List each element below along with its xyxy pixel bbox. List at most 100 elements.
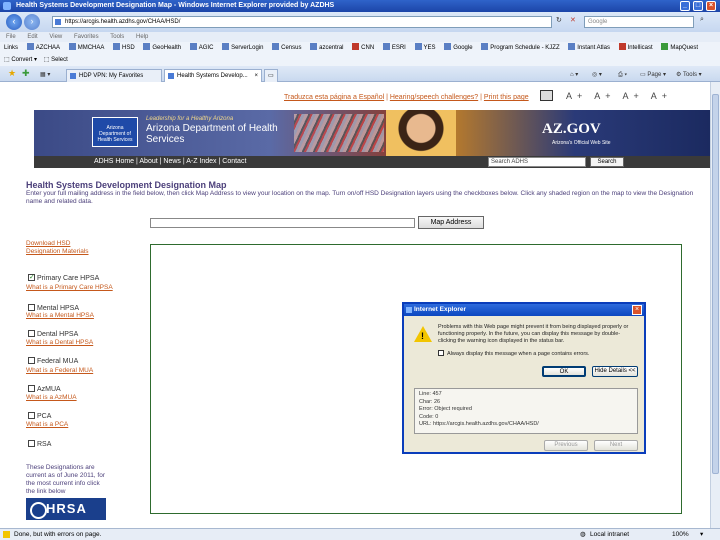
scrollbar-thumb[interactable] [712,94,719,474]
maximize-button[interactable]: □ [693,1,703,11]
menu-view[interactable]: View [49,34,62,40]
tab-health-systems[interactable]: Health Systems Develop... × [164,69,262,82]
menu-help[interactable]: Help [136,34,148,40]
search-input[interactable]: Google [584,16,694,28]
quick-tabs-icon[interactable]: ▦ ▾ [40,69,50,81]
detail-line: Line: 457 [419,391,442,397]
what-is-federal-mua-link[interactable]: What is a Federal MUA [26,367,93,375]
minimize-button[interactable]: _ [680,1,690,11]
feeds-icon[interactable]: ◎ ▾ [592,69,602,81]
refresh-icon[interactable]: ↻ [556,16,562,24]
menu-favorites[interactable]: Favorites [74,34,99,40]
mailing-address-input[interactable] [150,218,415,228]
always-display-option[interactable]: Always display this message when a page … [438,350,589,357]
hide-details-button[interactable]: Hide Details << [592,366,638,377]
layer-federal-mua[interactable]: Federal MUA [28,357,78,366]
site-search-input[interactable]: Search ADHS [488,157,586,167]
ok-button[interactable]: OK [542,366,586,377]
status-bar: Done, but with errors on page. ◍ Local i… [0,528,720,540]
federal-mua-checkbox[interactable] [28,357,35,364]
previous-button[interactable]: Previous [544,440,588,451]
back-button[interactable]: ‹ [6,14,22,30]
link-yes[interactable]: YES [414,42,436,54]
hearing-link[interactable]: Hearing/speech challenges? [390,94,478,101]
print-page-link[interactable]: Print this page [484,94,529,101]
download-materials-link[interactable]: Download HSD Designation Materials [26,240,96,256]
link-hsd[interactable]: HSD [113,42,135,54]
select-button[interactable]: ⬚ Select [44,57,68,63]
dental-hpsa-checkbox[interactable] [28,330,35,337]
layer-dental-hpsa[interactable]: Dental HPSA [28,330,78,339]
primary-care-checkbox[interactable] [28,273,35,282]
page-menu[interactable]: ▭ Page ▾ [640,69,666,81]
layer-azmua[interactable]: AzMUA [28,385,61,394]
link-geohealth[interactable]: GeoHealth [143,42,181,54]
tab-hdp-vpn[interactable]: HDP VPN: My Favorites [66,69,162,82]
address-field[interactable]: https://arcgis.health.azdhs.gov/CHAA/HSD… [52,16,552,28]
link-agic[interactable]: AGIC [189,42,213,54]
link-kjzz[interactable]: Program Schedule - KJZZ [481,42,560,54]
tools-menu[interactable]: ⚙ Tools ▾ [676,69,702,81]
menu-bar: File Edit View Favorites Tools Help [0,32,720,42]
link-icon [352,43,360,50]
home-icon[interactable]: ⌂ ▾ [570,69,578,81]
adhs-banner: Arizona Department of Health Services Le… [34,110,710,156]
link-azcentral[interactable]: azcentral [310,42,344,54]
dialog-close-button[interactable]: × [632,305,642,315]
link-icon [222,43,230,50]
hrsa-logo[interactable]: HRSA [26,498,106,520]
close-window-button[interactable]: × [706,1,716,11]
search-icon[interactable]: ⌕ [700,16,704,24]
menu-file[interactable]: File [6,34,16,40]
menu-tools[interactable]: Tools [110,34,124,40]
link-esri[interactable]: ESRI [382,42,406,54]
azgov-logo[interactable]: AZ.GOV [542,121,601,138]
links-bar: Links AZCHAA MMCHAA HSD GeoHealth AGIC S… [0,42,720,54]
printer-icon[interactable] [540,90,553,101]
always-display-checkbox[interactable] [438,350,444,356]
link-azchaa[interactable]: AZCHAA [26,42,60,54]
rsa-checkbox[interactable] [28,440,35,447]
map-address-button[interactable]: Map Address [418,216,484,229]
print-command-icon[interactable]: ⎙ ▾ [618,69,627,81]
link-cnn[interactable]: CNN [352,42,374,54]
link-mapquest[interactable]: MapQuest [661,42,698,54]
add-favorite-icon[interactable]: ✚ [22,67,30,79]
what-is-pca-link[interactable]: What is a PCA [26,421,68,429]
layer-rsa[interactable]: RSA [28,440,51,449]
vertical-scrollbar[interactable] [710,82,720,528]
banner-medical-tools-image [294,114,384,152]
tab-close-icon[interactable]: × [254,70,258,82]
site-search-button[interactable]: Search [590,157,624,167]
favorites-star-icon[interactable]: ★ [8,67,16,79]
translate-link[interactable]: Traduzca esta página a Español [284,94,384,101]
pca-checkbox[interactable] [28,412,35,419]
convert-button[interactable]: ⬚ Convert ▾ [4,57,37,63]
what-is-primary-care-link[interactable]: What is a Primary Care HPSA [26,284,113,292]
what-is-dental-hpsa-link[interactable]: What is a Dental HPSA [26,339,93,347]
stop-icon[interactable]: ✕ [570,16,576,24]
link-instant-atlas[interactable]: Instant Atlas [568,42,610,54]
link-intellicast[interactable]: Intellicast [618,42,653,54]
azmua-checkbox[interactable] [28,385,35,392]
font-size-controls[interactable]: A+ A+ A+ A+ [566,91,672,101]
forward-button[interactable]: › [24,14,40,30]
adhs-logo[interactable]: Arizona Department of Health Services [92,117,138,147]
new-tab-button[interactable]: ▭ [264,69,278,82]
menu-edit[interactable]: Edit [27,34,37,40]
designation-note: These Designations are current as of Jun… [26,464,106,495]
zoom-level[interactable]: 100% [672,529,689,540]
link-census[interactable]: Census [272,42,301,54]
what-is-mental-hpsa-link[interactable]: What is a Mental HPSA [26,312,94,320]
layer-pca[interactable]: PCA [28,412,51,421]
link-google[interactable]: Google [444,42,473,54]
security-zone[interactable]: Local intranet [590,529,629,540]
mental-hpsa-checkbox[interactable] [28,304,35,311]
next-button[interactable]: Next [594,440,638,451]
warning-status-icon[interactable] [3,531,10,538]
link-serverlogin[interactable]: ServerLogin [222,42,263,54]
layer-primary-care-hpsa[interactable]: Primary Care HPSA [28,273,99,283]
what-is-azmua-link[interactable]: What is a AzMUA [26,394,77,402]
link-mmchaa[interactable]: MMCHAA [68,42,104,54]
zoom-dropdown-icon[interactable]: ▾ [700,529,703,540]
